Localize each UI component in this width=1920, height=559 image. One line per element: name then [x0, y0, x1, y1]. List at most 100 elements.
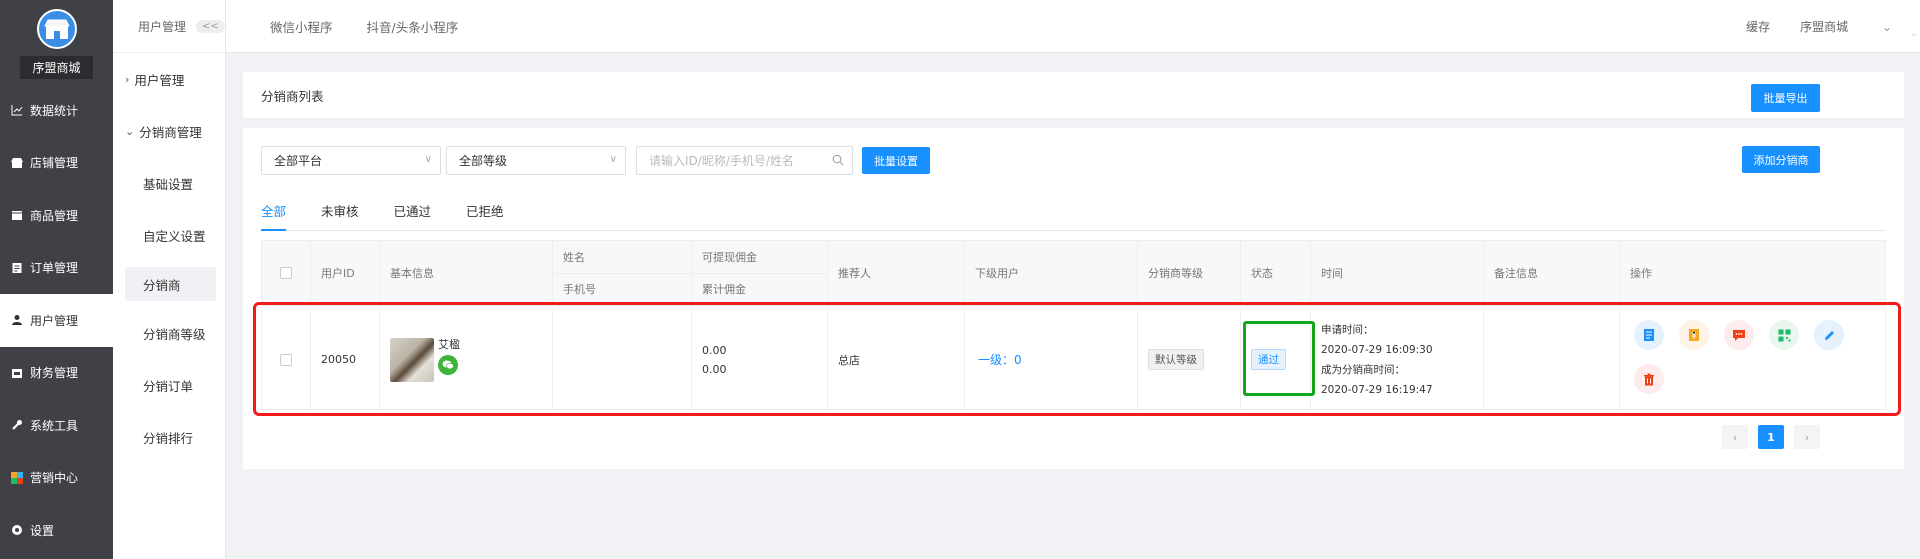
detail-icon[interactable] [1634, 320, 1664, 350]
downline-link[interactable]: 一级：0 [978, 351, 1022, 368]
add-distributor-button[interactable]: 添加分销商 [1742, 146, 1820, 173]
commission-icon[interactable] [1679, 320, 1709, 350]
wallet-icon [10, 366, 24, 380]
nav-item-goods[interactable]: 商品管理 [0, 189, 113, 242]
apply-time-value: 2020-07-29 16:09:30 [1321, 343, 1433, 356]
search-placeholder: 请输入ID/昵称/手机号/姓名 [649, 154, 794, 168]
level-cell: 默认等级 [1138, 310, 1241, 409]
tab-approved[interactable]: 已通过 [394, 201, 432, 231]
wrench-icon [10, 418, 24, 432]
sub-item-distributors[interactable]: 分销商 [125, 267, 216, 301]
user-icon [10, 313, 24, 327]
shop-name: 序盟商城 [20, 56, 93, 79]
chevron-down-icon: ∨ [609, 154, 617, 165]
platform-select[interactable]: 全部平台 ∨ [261, 146, 441, 175]
nav-label: 用户管理 [30, 313, 79, 328]
tab-wechat-miniprogram[interactable]: 微信小程序 [270, 17, 333, 36]
search-input[interactable]: 请输入ID/昵称/手机号/姓名 [636, 146, 853, 175]
avatar [390, 337, 434, 382]
nav-label: 系统工具 [30, 418, 79, 433]
page-1-button[interactable]: 1 [1758, 425, 1784, 449]
prev-page-button[interactable]: ‹ [1722, 425, 1748, 449]
nav-item-users[interactable]: 用户管理 [0, 294, 113, 347]
header-remark: 备注信息 [1484, 241, 1620, 305]
search-icon[interactable] [832, 154, 844, 169]
header-name-phone: 姓名 手机号 [553, 241, 692, 305]
header-checkbox-cell [262, 241, 311, 305]
header-time: 时间 [1311, 241, 1484, 305]
commission-cell: 0.00 0.00 [692, 310, 828, 409]
message-icon[interactable] [1724, 320, 1754, 350]
nav-item-marketing[interactable]: 营销中心 [0, 452, 113, 505]
sub-item-distribution-orders[interactable]: 分销订单 [113, 359, 225, 411]
sub-group-distributors[interactable]: ⌄ 分销商管理 [113, 105, 225, 157]
name-phone-cell [553, 310, 692, 409]
pagination: ‹ 1 › [1712, 425, 1820, 449]
header-right: 缓存 序盟商城 ⌄ [1746, 18, 1892, 35]
tab-pending[interactable]: 未审核 [321, 201, 359, 231]
become-time-label: 成为分销商时间： [1321, 363, 1405, 376]
subsidebar-header: 用户管理 << [113, 0, 225, 53]
header-level: 分销商等级 [1138, 241, 1241, 305]
nav-item-settings[interactable]: 设置 [0, 504, 113, 557]
edit-icon[interactable] [1814, 320, 1844, 350]
marketing-icon [10, 471, 24, 485]
header-total-commission: 累计佣金 [702, 283, 746, 297]
chevron-down-icon: ⌄ [125, 124, 135, 138]
table-header: 用户ID 基本信息 姓名 手机号 可提现佣金 累计佣金 推荐人 下级用户 分销商… [261, 240, 1886, 306]
batch-export-button[interactable]: 批量导出 [1751, 84, 1820, 112]
next-page-button[interactable]: › [1794, 425, 1820, 449]
row-checkbox[interactable] [280, 353, 292, 366]
row-checkbox-cell [262, 310, 311, 409]
cache-button[interactable]: 缓存 [1746, 18, 1770, 35]
chevron-right-icon: › [125, 72, 130, 86]
level-tag: 默认等级 [1148, 349, 1204, 370]
filter-bar: 全部平台 ∨ 全部等级 ∨ 请输入ID/昵称/手机号/姓名 批量设置 [261, 146, 930, 175]
qrcode-icon[interactable] [1769, 320, 1799, 350]
header-downline: 下级用户 [965, 241, 1138, 305]
delete-icon[interactable] [1634, 364, 1664, 394]
header-referrer: 推荐人 [828, 241, 965, 305]
sub-group-label: 分销商管理 [139, 124, 202, 140]
header-phone: 手机号 [563, 283, 596, 297]
status-badge: 通过 [1251, 349, 1286, 370]
nav-label: 数据统计 [30, 103, 79, 118]
operation-buttons [1630, 310, 1844, 394]
tab-all[interactable]: 全部 [261, 201, 287, 231]
title-card: 分销商列表 批量导出 [243, 72, 1904, 118]
settings-icon [10, 523, 24, 537]
nav-item-orders[interactable]: 订单管理 [0, 242, 113, 295]
user-menu[interactable]: 序盟商城 ⌄ [1800, 18, 1892, 35]
downline-cell: 一级：0 [965, 310, 1138, 409]
nav-label: 店铺管理 [30, 156, 79, 171]
nav-label: 营销中心 [30, 471, 79, 486]
collapse-button[interactable]: << [196, 19, 225, 33]
sub-item-distributor-levels[interactable]: 分销商等级 [113, 307, 225, 359]
remark-cell [1484, 310, 1620, 409]
nav-item-store[interactable]: 店铺管理 [0, 137, 113, 190]
sub-item-basic-settings[interactable]: 基础设置 [113, 157, 225, 209]
chart-icon [10, 103, 24, 117]
sub-sidebar: 用户管理 << › 用户管理 ⌄ 分销商管理 基础设置 自定义设置 分销商 分销… [113, 0, 226, 559]
batch-settings-button[interactable]: 批量设置 [862, 147, 930, 174]
header-user-id: 用户ID [311, 241, 380, 305]
level-select[interactable]: 全部等级 ∨ [446, 146, 626, 175]
chevron-down-icon: ∨ [424, 154, 432, 165]
tab-rejected[interactable]: 已拒绝 [466, 201, 504, 231]
nav-item-stats[interactable]: 数据统计 [0, 84, 113, 137]
select-all-checkbox[interactable] [280, 267, 292, 279]
nav-label: 财务管理 [30, 366, 79, 381]
sub-group-users[interactable]: › 用户管理 [113, 53, 225, 105]
page-title: 分销商列表 [261, 88, 324, 104]
nav-item-tools[interactable]: 系统工具 [0, 399, 113, 452]
header-status: 状态 [1241, 241, 1311, 305]
tab-douyin-miniprogram[interactable]: 抖音/头条小程序 [367, 17, 459, 36]
nav-label: 设置 [30, 523, 55, 538]
sub-item-distribution-ranking[interactable]: 分销排行 [113, 411, 225, 463]
level-select-value: 全部等级 [459, 154, 508, 168]
become-time-value: 2020-07-29 16:19:47 [1321, 383, 1433, 396]
nav-item-finance[interactable]: 财务管理 [0, 347, 113, 400]
list-card: 全部平台 ∨ 全部等级 ∨ 请输入ID/昵称/手机号/姓名 批量设置 添加分销商… [243, 128, 1904, 469]
nickname: 艾楹 [438, 338, 460, 351]
sub-item-custom-settings[interactable]: 自定义设置 [113, 209, 225, 261]
